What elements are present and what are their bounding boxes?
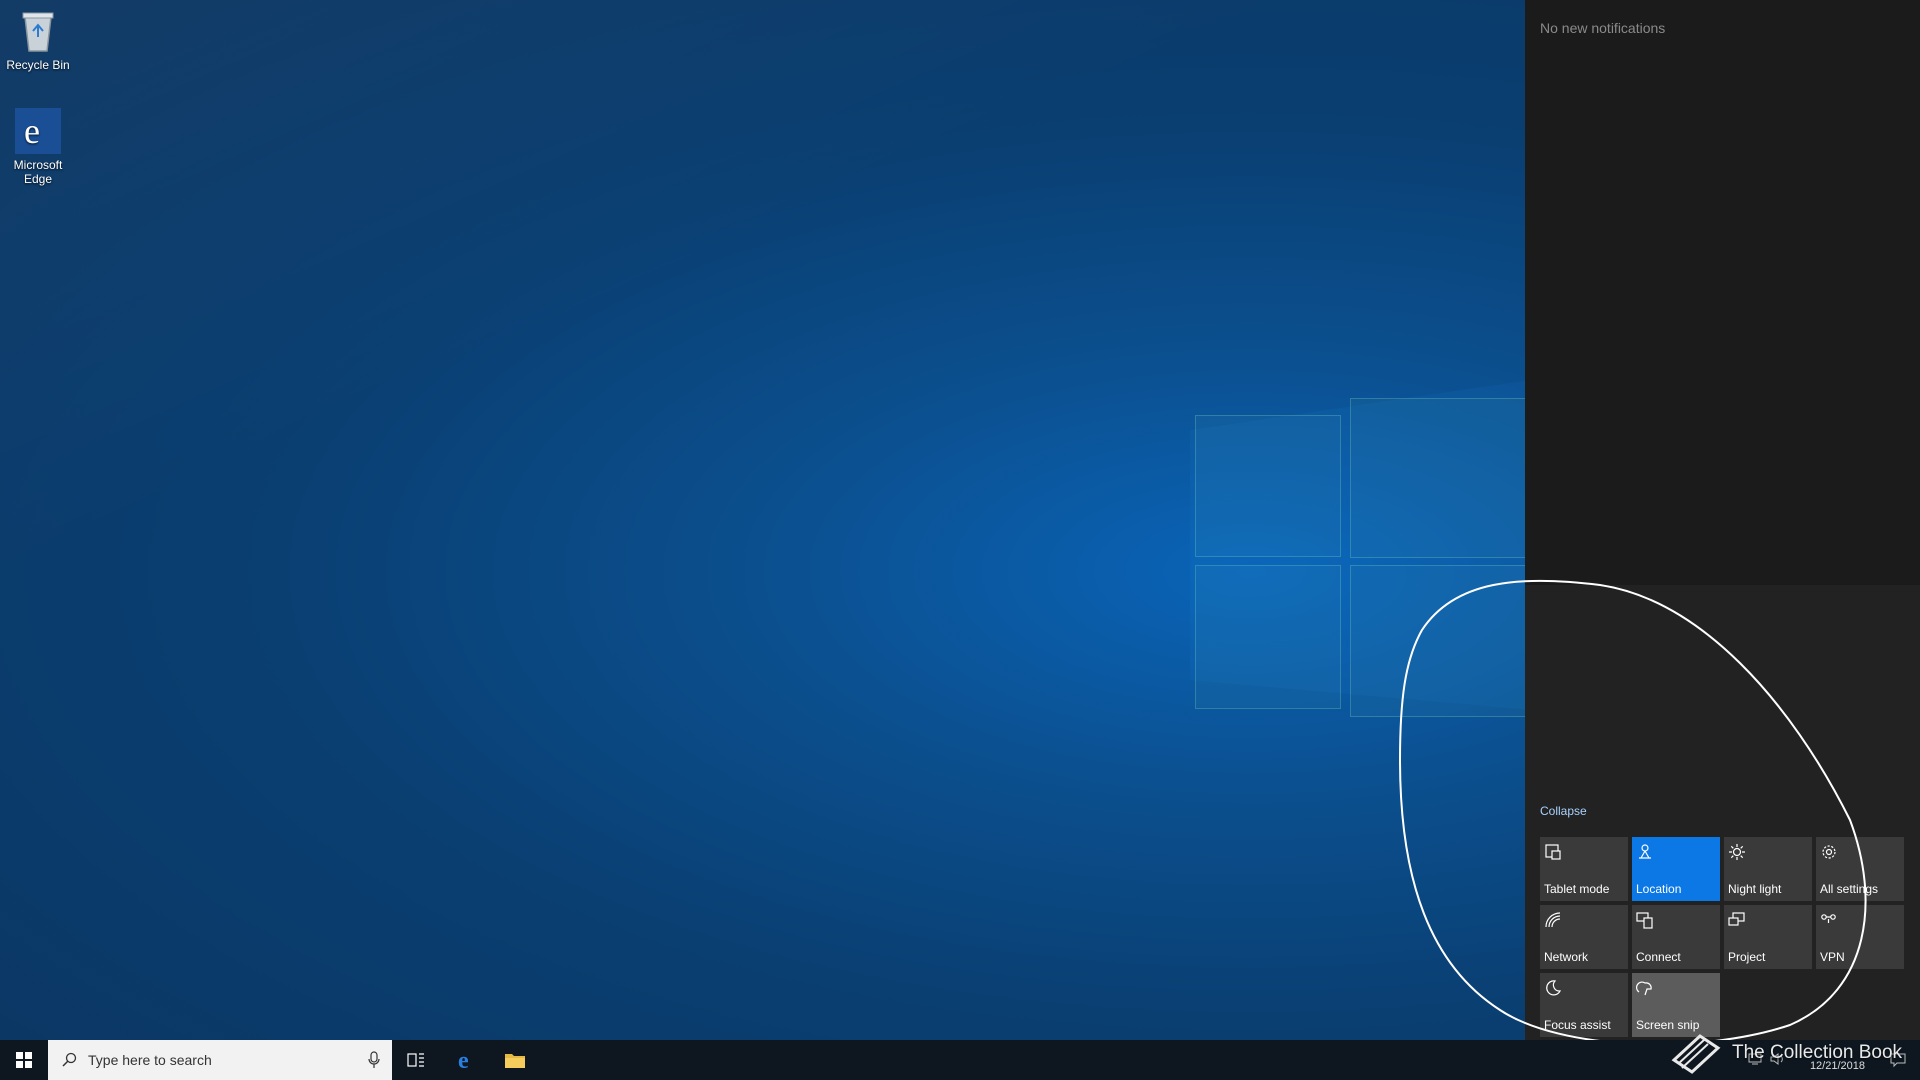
- tile-focus-assist[interactable]: Focus assist: [1540, 973, 1628, 1037]
- tile-vpn[interactable]: VPN: [1816, 905, 1904, 969]
- tile-label: Tablet mode: [1544, 882, 1610, 896]
- network-icon: [1545, 912, 1561, 928]
- tile-connect[interactable]: Connect: [1632, 905, 1720, 969]
- taskbar: Type here to search e 12/21/2018: [0, 1040, 1920, 1080]
- taskbar-file-explorer-button[interactable]: [491, 1040, 539, 1080]
- edge-icon: e: [458, 1049, 469, 1071]
- svg-text:e: e: [24, 113, 40, 149]
- tile-project[interactable]: Project: [1724, 905, 1812, 969]
- book-logo-icon: [1671, 1034, 1721, 1074]
- svg-text:e: e: [458, 1049, 469, 1071]
- tile-label: Focus assist: [1544, 1018, 1611, 1032]
- collapse-link[interactable]: Collapse: [1540, 804, 1587, 818]
- tile-label: Connect: [1636, 950, 1681, 964]
- desktop-icon-label: Recycle Bin: [6, 58, 70, 72]
- tile-network[interactable]: Network: [1540, 905, 1628, 969]
- tile-label: All settings: [1820, 882, 1879, 896]
- wallpaper-pane: [1195, 565, 1341, 709]
- project-icon: [1728, 912, 1745, 926]
- task-view-icon: [407, 1053, 424, 1067]
- tile-label: Location: [1636, 882, 1682, 896]
- desktop: Recycle Bin e Microsoft Edge: [0, 0, 1530, 1040]
- action-center-panel: No new notifications Collapse Tablet mod…: [1525, 0, 1920, 1040]
- tile-night-light[interactable]: Night light: [1724, 837, 1812, 901]
- search-placeholder: Type here to search: [88, 1052, 212, 1068]
- microphone-icon[interactable]: [368, 1051, 380, 1069]
- desktop-icon-label: Microsoft Edge: [13, 158, 63, 186]
- gear-icon: [1822, 845, 1836, 859]
- watermark-text: The Collection Book: [1732, 1042, 1903, 1063]
- start-button[interactable]: [0, 1040, 48, 1080]
- search-icon: [62, 1052, 77, 1067]
- tile-screen-snip[interactable]: Screen snip: [1632, 973, 1720, 1037]
- tile-tablet-mode[interactable]: Tablet mode: [1540, 837, 1628, 901]
- tile-label: VPN: [1820, 950, 1845, 964]
- tile-location[interactable]: Location: [1632, 837, 1720, 901]
- tablet-mode-icon: [1545, 844, 1561, 860]
- task-view-button[interactable]: [392, 1040, 440, 1080]
- connect-icon: [1636, 912, 1653, 929]
- wallpaper-pane: [1350, 565, 1527, 717]
- quick-actions-grid: Tablet mode Location Night light All set…: [1540, 837, 1904, 1037]
- wallpaper-pane: [1195, 415, 1341, 557]
- desktop-icon-edge[interactable]: e Microsoft Edge: [2, 108, 74, 186]
- folder-icon: [505, 1054, 525, 1068]
- recycle-bin-icon: [15, 8, 61, 54]
- windows-logo-icon: [16, 1052, 32, 1068]
- taskbar-edge-button[interactable]: e: [443, 1040, 491, 1080]
- desktop-icon-recycle-bin[interactable]: Recycle Bin: [2, 8, 74, 72]
- watermark: The Collection Book: [1670, 1030, 1902, 1076]
- tile-label: Project: [1728, 950, 1766, 964]
- tile-label: Network: [1544, 950, 1589, 964]
- edge-icon: e: [15, 108, 61, 154]
- location-icon: [1639, 844, 1651, 859]
- screen-snip-icon: [1636, 981, 1652, 996]
- night-light-icon: [1729, 844, 1745, 860]
- wallpaper-pane: [1350, 398, 1527, 558]
- tile-label: Night light: [1728, 882, 1782, 896]
- tile-all-settings[interactable]: All settings: [1816, 837, 1904, 901]
- moon-icon: [1546, 980, 1562, 996]
- taskbar-search-box[interactable]: Type here to search: [48, 1040, 392, 1080]
- vpn-icon: [1821, 914, 1836, 923]
- quick-actions-area: Collapse Tablet mode Location Night ligh…: [1525, 585, 1920, 1040]
- notifications-status: No new notifications: [1540, 20, 1666, 36]
